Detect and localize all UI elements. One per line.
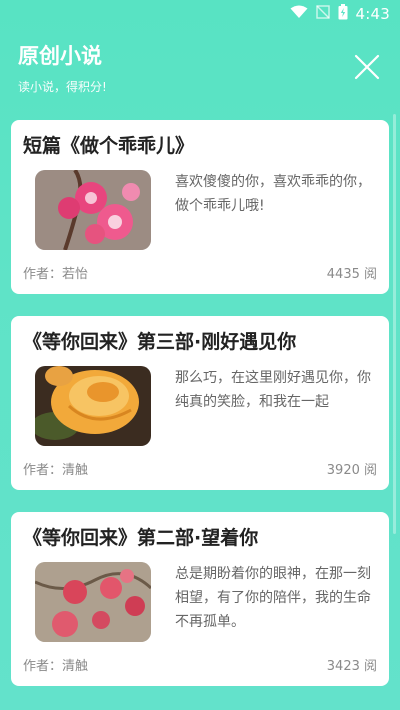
story-read-count: 3423 阅 [326,659,377,674]
pink-blossom-image [35,170,151,250]
story-title: 《等你回来》第二部·望着你 [23,527,259,549]
battery-charging-icon [338,4,348,24]
status-bar: 4:43 [0,0,400,28]
story-read-count: 3920 阅 [326,463,377,478]
story-card[interactable]: 《等你回来》第三部·刚好遇见你 那么巧，在这里刚好遇见你，你纯真的笑脸，和我在一… [11,316,389,490]
story-thumbnail [35,366,151,446]
story-card[interactable]: 短篇《做个乖乖儿》 喜欢傻傻的你，喜欢乖乖的你，做个乖乖儿哦! 作者：若怡 44… [11,120,389,294]
story-author: 作者：清触 [23,463,89,478]
story-list: 短篇《做个乖乖儿》 喜欢傻傻的你，喜欢乖乖的你，做个乖乖儿哦! 作者：若怡 44… [11,120,389,708]
story-title: 《等你回来》第三部·刚好遇见你 [23,331,297,353]
story-thumbnail [35,170,151,250]
wifi-icon [290,5,308,23]
page-title: 原创小说 [18,44,102,68]
story-author: 作者：清触 [23,659,89,674]
story-card[interactable]: 《等你回来》第二部·望着你 总是期盼着你的眼神，在那一刻相望，有了你的陪伴，我的… [11,512,389,686]
page-header: 原创小说 读小说，得积分! [18,38,382,104]
close-button[interactable] [352,52,382,82]
story-description: 那么巧，在这里刚好遇见你，你纯真的笑脸，和我在一起 [175,370,371,410]
story-title: 短篇《做个乖乖儿》 [23,135,195,157]
story-description: 喜欢傻傻的你，喜欢乖乖的你，做个乖乖儿哦! [175,174,371,214]
story-read-count: 4435 阅 [326,267,377,282]
story-description: 总是期盼着你的眼神，在那一刻相望，有了你的陪伴，我的生命不再孤单。 [175,566,371,630]
story-thumbnail [35,562,151,642]
close-icon [354,54,380,80]
story-author: 作者：若怡 [23,267,89,282]
yellow-rose-image [35,366,151,446]
no-signal-icon [315,5,330,23]
red-flowers-painting-image [35,562,151,642]
page-subtitle: 读小说，得积分! [18,80,107,94]
scrollbar[interactable] [393,114,396,534]
clock-time: 4:43 [355,5,390,23]
